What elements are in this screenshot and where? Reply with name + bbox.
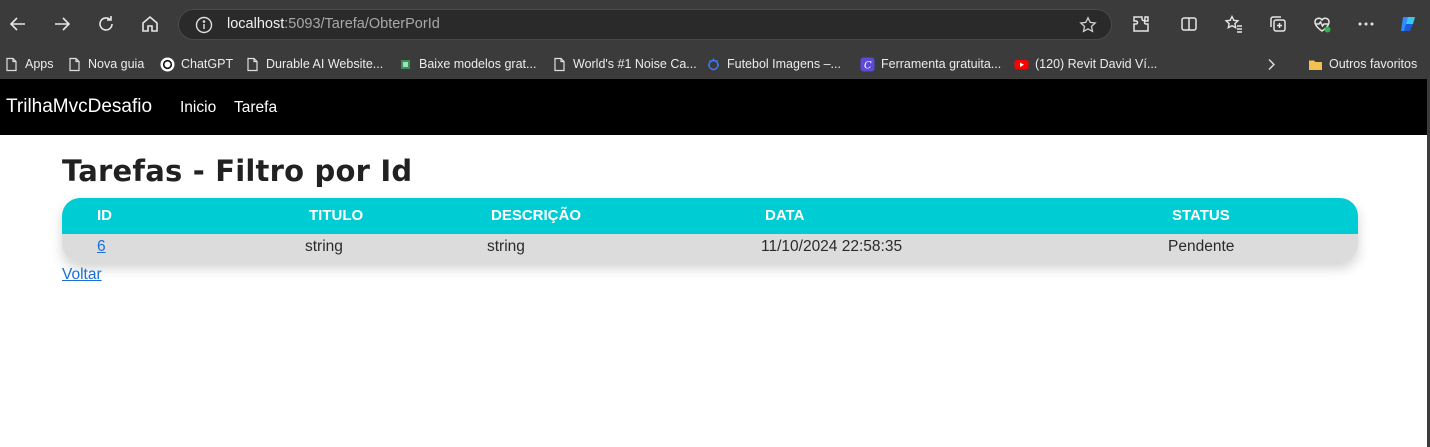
bookmark-label: Outros favoritos — [1329, 57, 1418, 71]
refresh-icon[interactable] — [90, 8, 122, 40]
bookmark-chatgpt[interactable]: ChatGPT — [160, 53, 233, 75]
column-header-data: DATA — [765, 207, 805, 224]
bookmark-outros-favoritos[interactable]: Outros favoritos — [1308, 53, 1417, 75]
bookmarks-overflow-chevron-icon[interactable] — [1264, 53, 1279, 75]
table-row: 6 string string 11/10/2024 22:58:35 Pend… — [62, 234, 1358, 262]
back-icon[interactable] — [2, 8, 34, 40]
address-bar[interactable]: localhost:5093/Tarefa/ObterPorId — [178, 9, 1112, 40]
collections-icon[interactable] — [1262, 8, 1294, 40]
copilot-icon[interactable] — [1392, 8, 1424, 40]
task-date-cell: 11/10/2024 22:58:35 — [761, 238, 903, 255]
app-navbar: TrilhaMvcDesafio Inicio Tarefa — [0, 79, 1427, 135]
task-status-cell: Pendente — [1168, 238, 1235, 255]
bookmark-label: (120) Revit David Ví... — [1035, 57, 1158, 71]
health-icon[interactable] — [1306, 8, 1338, 40]
bookmark-durable[interactable]: Durable AI Website... — [245, 53, 383, 75]
column-header-status: STATUS — [1172, 207, 1230, 224]
bookmark-ferramenta[interactable]: C Ferramenta gratuita... — [860, 53, 1001, 75]
forward-icon[interactable] — [46, 8, 78, 40]
bookmark-worlds-noise[interactable]: World's #1 Noise Ca... — [552, 53, 697, 75]
bookmark-nova-guia[interactable]: Nova guia — [67, 53, 144, 75]
bookmark-baixe-modelos[interactable]: Baixe modelos grat... — [398, 53, 536, 75]
favorites-icon[interactable] — [1218, 8, 1250, 40]
table-header: ID TITULO DESCRIÇÃO DATA STATUS — [62, 198, 1358, 234]
brand-link[interactable]: TrilhaMvcDesafio — [6, 96, 152, 118]
column-header-titulo: TITULO — [309, 207, 364, 224]
info-icon[interactable] — [195, 16, 213, 34]
url-path: :5093/Tarefa/ObterPorId — [284, 16, 440, 32]
page-icon — [67, 57, 82, 72]
column-header-descricao: DESCRIÇÃO — [491, 207, 582, 224]
back-link[interactable]: Voltar — [62, 266, 102, 284]
folder-icon — [1308, 57, 1323, 72]
browser-toolbar: localhost:5093/Tarefa/ObterPorId — [0, 0, 1430, 48]
more-icon[interactable] — [1350, 8, 1382, 40]
url-host: localhost — [227, 16, 285, 32]
page-icon — [4, 57, 19, 72]
task-id-link[interactable]: 6 — [97, 238, 106, 256]
nav-link-tarefa[interactable]: Tarefa — [234, 99, 277, 117]
task-title-cell: string — [305, 238, 343, 255]
split-screen-icon[interactable] — [1173, 8, 1205, 40]
page-icon — [245, 57, 260, 72]
nav-link-inicio[interactable]: Inicio — [180, 99, 216, 117]
svg-text:C: C — [864, 60, 872, 71]
page-title: Tarefas - Filtro por Id — [62, 154, 413, 188]
bookmark-futebol[interactable]: Futebol Imagens –... — [706, 53, 841, 75]
bookmark-label: Baixe modelos grat... — [419, 57, 537, 71]
bookmark-label: Ferramenta gratuita... — [881, 57, 1002, 71]
bookmark-label: Durable AI Website... — [266, 57, 384, 71]
youtube-icon — [1014, 57, 1029, 72]
chatgpt-icon — [160, 57, 175, 72]
page-icon — [552, 57, 567, 72]
site-icon — [706, 57, 721, 72]
tasks-table: ID TITULO DESCRIÇÃO DATA STATUS 6 string… — [62, 198, 1358, 262]
bookmark-label: World's #1 Noise Ca... — [573, 57, 697, 71]
bookmark-label: Futebol Imagens –... — [727, 57, 841, 71]
browser-chrome: localhost:5093/Tarefa/ObterPorId Apps No… — [0, 0, 1430, 79]
canva-icon: C — [860, 57, 875, 72]
column-header-id: ID — [97, 207, 112, 224]
bookmark-apps[interactable]: Apps — [4, 53, 54, 75]
bookmark-label: Nova guia — [88, 57, 145, 71]
url-text[interactable]: localhost:5093/Tarefa/ObterPorId — [227, 16, 440, 32]
task-description-cell: string — [487, 238, 525, 255]
extensions-icon[interactable] — [1125, 8, 1157, 40]
bookmark-revit-david[interactable]: (120) Revit David Ví... — [1014, 53, 1157, 75]
star-icon[interactable] — [1079, 16, 1097, 34]
bookmark-label: ChatGPT — [181, 57, 234, 71]
bookmarks-bar: Apps Nova guia ChatGPT Durable AI Websit… — [0, 48, 1430, 79]
bookmark-label: Apps — [25, 57, 54, 71]
home-icon[interactable] — [134, 8, 166, 40]
site-icon — [398, 57, 413, 72]
